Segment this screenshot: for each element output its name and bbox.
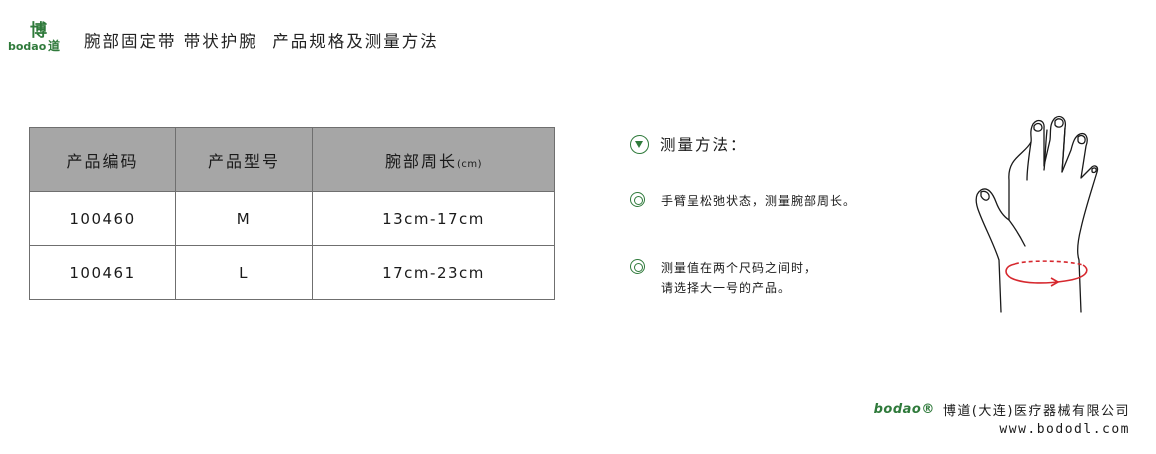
header-product-code: 产品编码 xyxy=(29,127,176,192)
website-link[interactable]: www.bododl.com xyxy=(874,422,1130,437)
cell-size: 13cm-17cm xyxy=(312,191,555,246)
logo-word: bodao xyxy=(8,40,47,53)
method-heading: 测量方法： xyxy=(630,132,950,156)
hand-illustration xyxy=(975,115,1099,313)
step-2-line-2: 请选择大一号的产品。 xyxy=(661,281,792,295)
triangle-down-circle-icon xyxy=(630,134,649,154)
step-2-text: 测量值在两个尺码之间时， 请选择大一号的产品。 xyxy=(661,258,817,298)
measure-loop xyxy=(1005,260,1088,287)
measure-loop-front xyxy=(1005,263,1088,284)
finger-nail xyxy=(1077,134,1086,145)
method-title: 测量方法： xyxy=(660,136,748,154)
page-footer: bodao® 博道(大连)医疗器械有限公司 www.bododl.com xyxy=(874,398,1130,438)
finger-nail xyxy=(1033,122,1043,132)
spec-table: 产品编码 产品型号 腕部周长(cm) 100460 M 13cm-17cm 10… xyxy=(29,127,555,300)
double-ring-icon xyxy=(630,259,645,274)
header-wrist-circumference: 腕部周长(cm) xyxy=(312,127,555,192)
cell-model: M xyxy=(175,191,313,246)
cell-size: 17cm-23cm xyxy=(312,245,555,300)
palm-crease xyxy=(1008,219,1026,247)
thumb-nail xyxy=(980,190,990,201)
footer-company-line: bodao® 博道(大连)医疗器械有限公司 xyxy=(874,398,1130,420)
finger-nail xyxy=(1091,167,1097,174)
logo-mark: 博 xyxy=(30,21,47,41)
method-step-1: 手臂呈松弛状态，测量腕部周长。 xyxy=(630,191,856,211)
bodao-logo: 博 bodao 道 xyxy=(8,23,66,57)
method-step-2: 测量值在两个尺码之间时， 请选择大一号的产品。 xyxy=(630,258,817,298)
cell-code: 100461 xyxy=(29,245,176,300)
step-1-line-1: 手臂呈松弛状态，测量腕部周长。 xyxy=(661,194,857,208)
cell-model: L xyxy=(175,245,313,300)
measurement-method: 测量方法： 手臂呈松弛状态，测量腕部周长。 测量值在两个尺码之间时， 请选择大一… xyxy=(630,132,950,295)
footer-logo: bodao® xyxy=(873,401,935,417)
double-ring-icon xyxy=(630,192,645,207)
finger-nail xyxy=(1054,118,1064,128)
header-unit: (cm) xyxy=(456,158,483,170)
step-2-line-1: 测量值在两个尺码之间时， xyxy=(661,261,818,275)
measure-loop-back xyxy=(1014,260,1084,266)
page-header: 博 bodao 道 腕部固定带 带状护腕 产品规格及测量方法 xyxy=(8,22,439,58)
step-1-text: 手臂呈松弛状态，测量腕部周长。 xyxy=(661,191,856,211)
header-wrist-label: 腕部周长 xyxy=(384,151,457,171)
page-title: 腕部固定带 带状护腕 产品规格及测量方法 xyxy=(84,32,439,51)
table-row: 100460 M 13cm-17cm xyxy=(29,191,555,246)
company-name: 博道(大连)医疗器械有限公司 xyxy=(942,403,1130,419)
cell-code: 100460 xyxy=(29,191,176,246)
logo-char: 道 xyxy=(48,39,61,53)
header-product-model: 产品型号 xyxy=(175,127,313,192)
table-row: 100461 L 17cm-23cm xyxy=(29,245,555,300)
table-header-row: 产品编码 产品型号 腕部周长(cm) xyxy=(29,127,555,192)
